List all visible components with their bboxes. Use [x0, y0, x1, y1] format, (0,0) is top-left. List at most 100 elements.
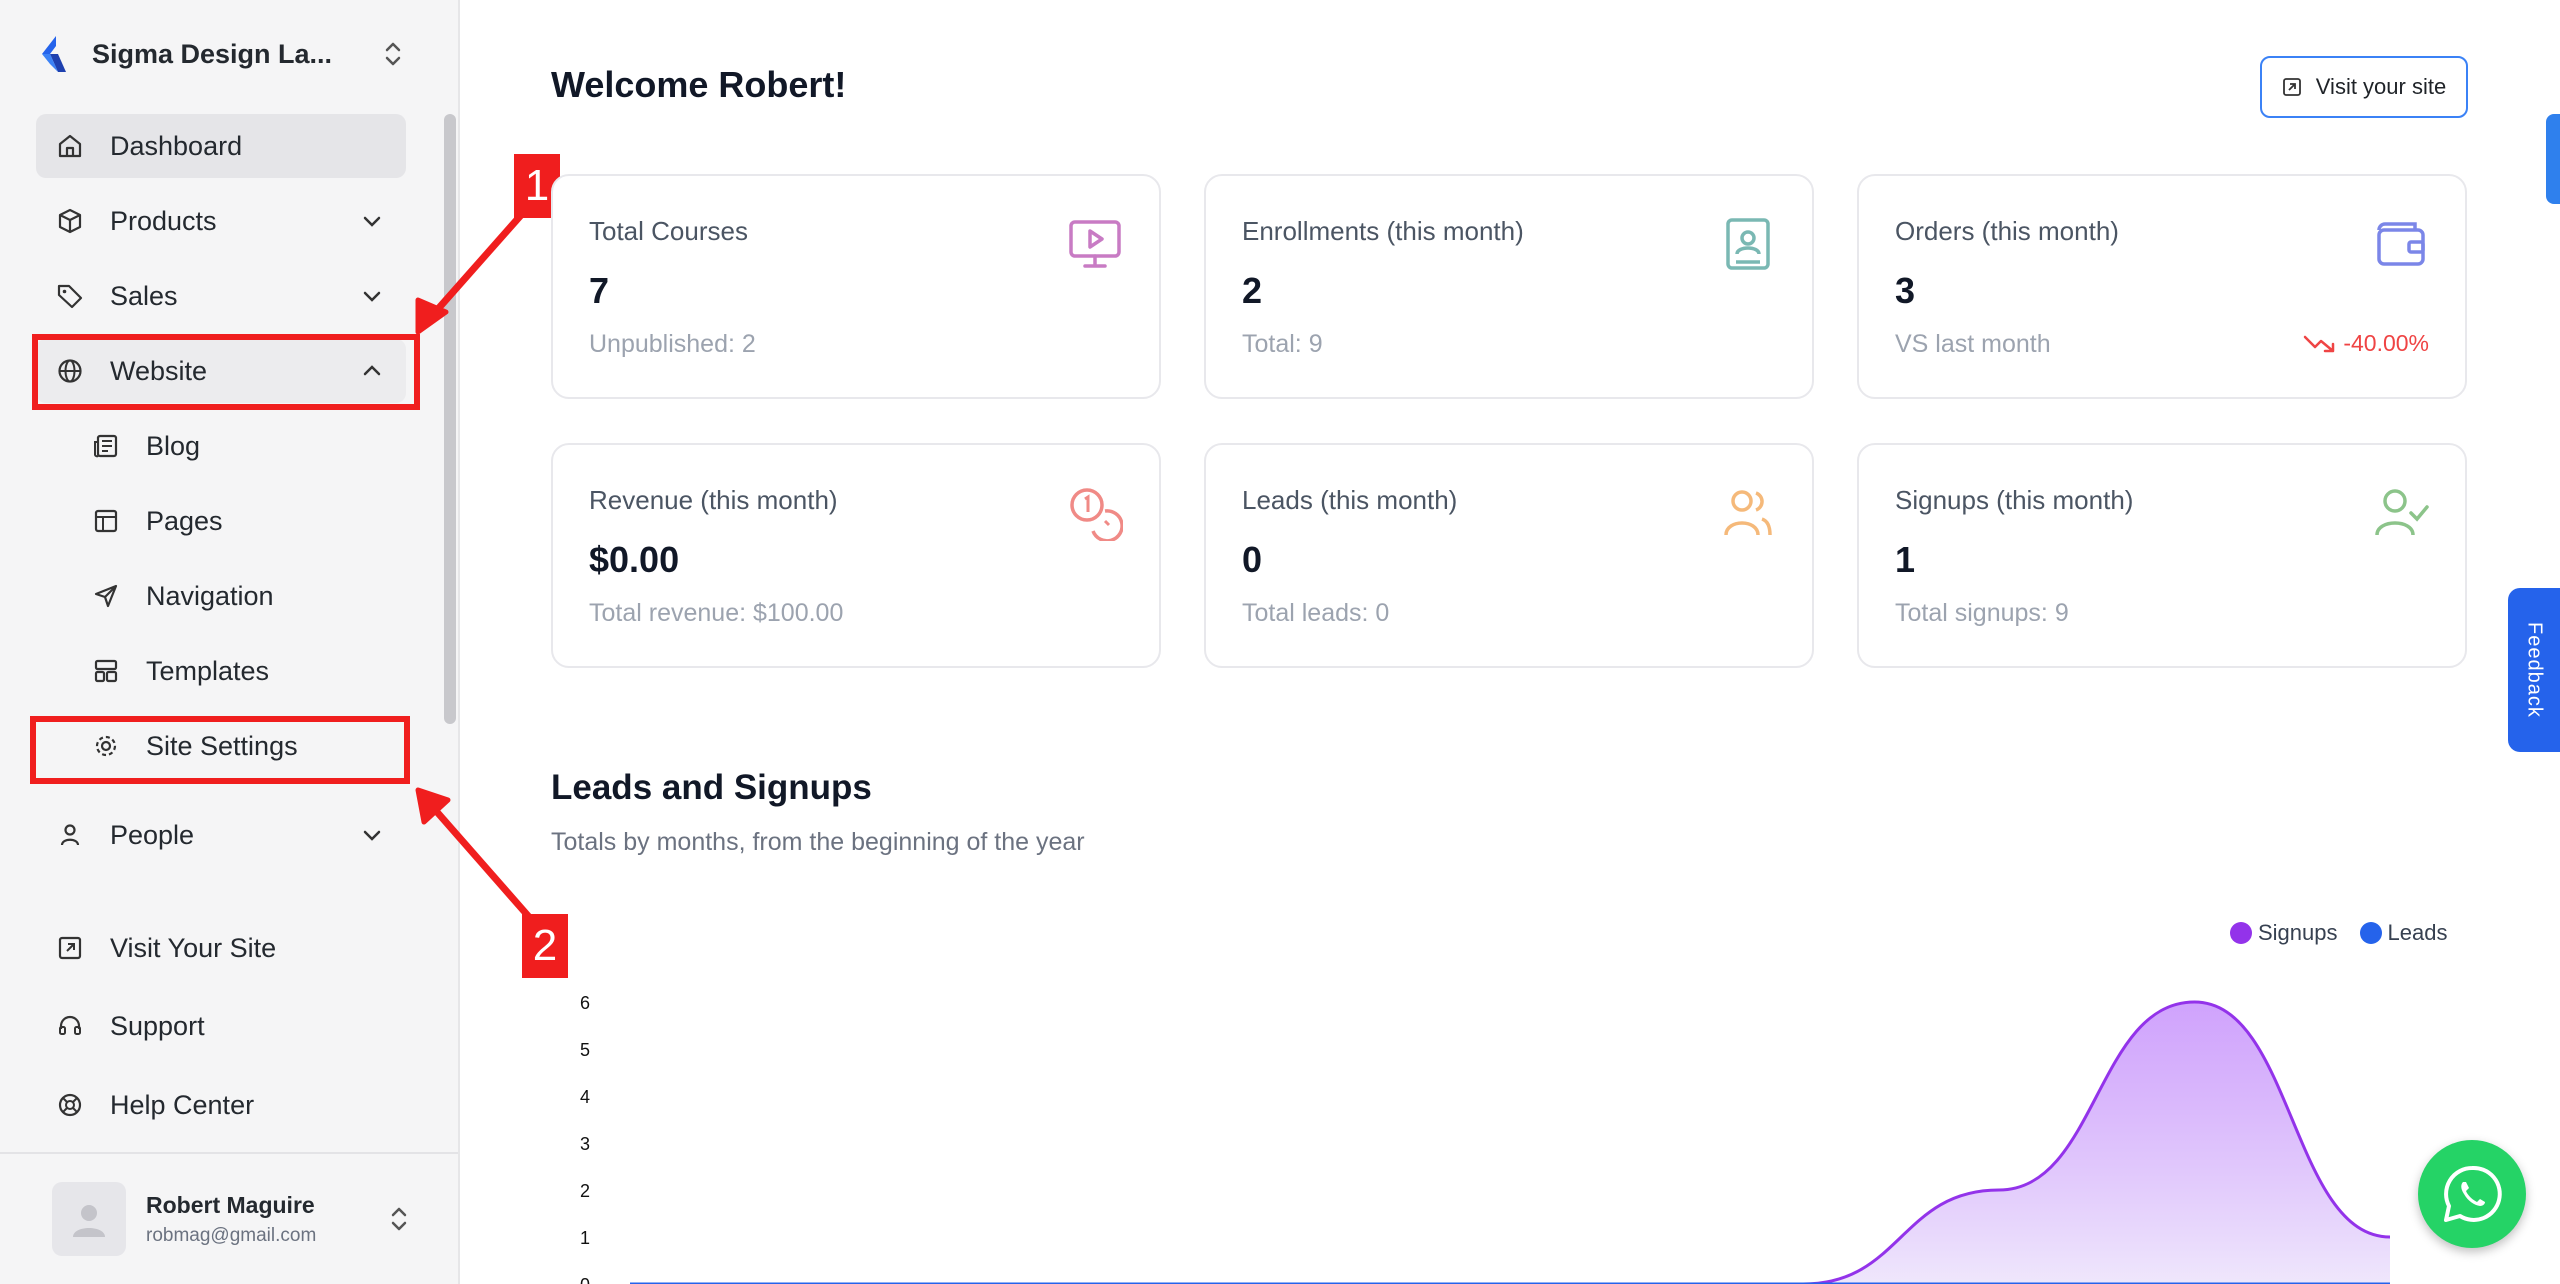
- sidebar-item-products[interactable]: Products: [36, 189, 406, 253]
- sidebar-scrollbar[interactable]: [444, 114, 456, 724]
- user-icon: [60, 824, 80, 846]
- stat-title: Enrollments (this month): [1242, 216, 1524, 246]
- feedback-button[interactable]: Feedback: [2508, 588, 2560, 752]
- stat-title: Leads (this month): [1242, 485, 1458, 515]
- y-tick-label: 3: [580, 1134, 590, 1154]
- page-title: Welcome Robert!: [551, 64, 847, 105]
- sidebar-item-label: Sales: [110, 280, 178, 311]
- stat-subtext: Total revenue: $100.00: [589, 599, 844, 627]
- avatar: [52, 1182, 126, 1256]
- legend-dot-signups: [2230, 922, 2252, 944]
- trend-indicator: -40.00%: [2303, 330, 2429, 357]
- stat-value: 1: [1895, 539, 1916, 580]
- stat-value: $0.00: [589, 539, 680, 580]
- chevron-updown-icon[interactable]: [386, 1201, 412, 1237]
- users-icon: [1724, 490, 1772, 536]
- monitor-play-icon: [1069, 220, 1121, 268]
- stat-title: Revenue (this month): [589, 485, 838, 515]
- template-icon: [94, 659, 118, 683]
- stat-card-leads: Leads (this month) 0 Total leads: 0: [1204, 443, 1814, 668]
- brand-logo-icon: [42, 36, 66, 72]
- stat-value: 7: [589, 270, 610, 311]
- whatsapp-button[interactable]: [2418, 1140, 2526, 1248]
- sidebar-item-sales[interactable]: Sales: [36, 264, 406, 328]
- stat-value: 0: [1242, 539, 1263, 580]
- annotation-box-website: [32, 334, 420, 410]
- chevron-down-icon[interactable]: [360, 284, 384, 308]
- sidebar-item-navigation[interactable]: Navigation: [36, 564, 406, 628]
- y-tick-label: 1: [580, 1228, 590, 1248]
- box-icon: [58, 208, 82, 234]
- legend-label-signups: Signups: [2258, 920, 2338, 945]
- section-title: Leads and Signups: [551, 768, 872, 807]
- chart-legend: Signups Leads: [2230, 920, 2469, 946]
- avatar-placeholder-icon: [73, 1205, 105, 1237]
- user-menu[interactable]: Robert Maguire robmag@gmail.com: [52, 1182, 412, 1256]
- chevron-down-icon[interactable]: [360, 823, 384, 847]
- sidebar-item-label: Pages: [146, 505, 223, 536]
- visit-your-site-link[interactable]: Visit Your Site: [36, 918, 406, 978]
- stat-title: Signups (this month): [1895, 485, 2134, 515]
- lifebuoy-icon: [58, 1093, 82, 1117]
- headset-icon: [59, 1015, 81, 1035]
- visit-your-site-label: Visit Your Site: [110, 932, 277, 963]
- sidebar-item-templates[interactable]: Templates: [36, 639, 406, 703]
- trend-value: -40.00%: [2343, 330, 2429, 356]
- side-panel-tab[interactable]: [2546, 114, 2560, 204]
- stat-subtext: Total leads: 0: [1242, 599, 1390, 627]
- stat-subtext: Total signups: 9: [1895, 599, 2069, 627]
- y-tick-label: 2: [580, 1181, 590, 1201]
- stat-subtext: Total: 9: [1242, 330, 1323, 358]
- help-center-link[interactable]: Help Center: [36, 1075, 406, 1135]
- y-tick-label: 5: [580, 1040, 590, 1060]
- sidebar-item-blog[interactable]: Blog: [36, 414, 406, 478]
- visit-your-site-button[interactable]: Visit your site: [2260, 56, 2468, 118]
- stat-title: Total Courses: [589, 216, 748, 246]
- layout-icon: [94, 509, 118, 533]
- newspaper-icon: [94, 434, 118, 458]
- sidebar-item-pages[interactable]: Pages: [36, 489, 406, 553]
- chevron-updown-icon[interactable]: [380, 36, 406, 72]
- stat-card-total-courses: Total Courses 7 Unpublished: 2: [551, 174, 1161, 399]
- home-icon: [58, 134, 82, 158]
- sidebar-item-label: People: [110, 819, 195, 850]
- y-tick-label: 4: [580, 1087, 590, 1107]
- wallet-icon: [2377, 222, 2425, 266]
- stat-subtext: Unpublished: 2: [589, 330, 756, 358]
- legend-entry-signups[interactable]: Signups: [2230, 920, 2338, 946]
- sidebar-item-label: Products: [110, 205, 217, 236]
- legend-label-leads: Leads: [2387, 920, 2448, 945]
- visit-your-site-button-label: Visit your site: [2315, 74, 2447, 99]
- workspace-name: Sigma Design La...: [92, 38, 333, 69]
- trend-down-icon: [2304, 335, 2335, 352]
- whatsapp-icon: [2444, 1165, 2502, 1222]
- user-email: robmag@gmail.com: [146, 1224, 317, 1246]
- stat-value: 2: [1242, 270, 1263, 311]
- support-label: Support: [110, 1010, 205, 1041]
- external-link-icon: [2282, 78, 2301, 96]
- stat-card-signups: Signups (this month) 1 Total signups: 9: [1857, 443, 2467, 668]
- external-link-icon: [58, 936, 82, 960]
- legend-dot-leads: [2359, 922, 2382, 944]
- sidebar-divider: [0, 1152, 458, 1154]
- sidebar-item-dashboard[interactable]: Dashboard: [36, 114, 406, 178]
- feedback-label: Feedback: [2523, 622, 2546, 718]
- contact-book-icon: [1726, 218, 1770, 270]
- sidebar-item-label: Blog: [146, 430, 201, 461]
- leads-signups-chart: 0 1 2 3 4 5 6: [580, 993, 2391, 1284]
- workspace-switcher[interactable]: Sigma Design La...: [36, 30, 406, 78]
- section-subtitle: Totals by months, from the beginning of …: [551, 828, 1085, 856]
- tag-icon: [57, 284, 83, 309]
- y-tick-label: 6: [580, 993, 590, 1013]
- coins-icon: [1070, 488, 1123, 541]
- support-link[interactable]: Support: [36, 996, 406, 1056]
- chevron-down-icon[interactable]: [360, 209, 384, 233]
- sidebar-item-label: Dashboard: [110, 130, 243, 161]
- main-content: Welcome Robert! Visit your site Total Co…: [460, 0, 2560, 1284]
- stat-card-revenue: Revenue (this month) $0.00 Total revenue…: [551, 443, 1161, 668]
- legend-entry-leads[interactable]: Leads: [2359, 920, 2448, 946]
- annotation-box-site-settings: [30, 716, 410, 784]
- user-check-icon: [2375, 489, 2429, 536]
- sidebar-item-people[interactable]: People: [36, 803, 406, 867]
- stat-title: Orders (this month): [1895, 216, 2119, 246]
